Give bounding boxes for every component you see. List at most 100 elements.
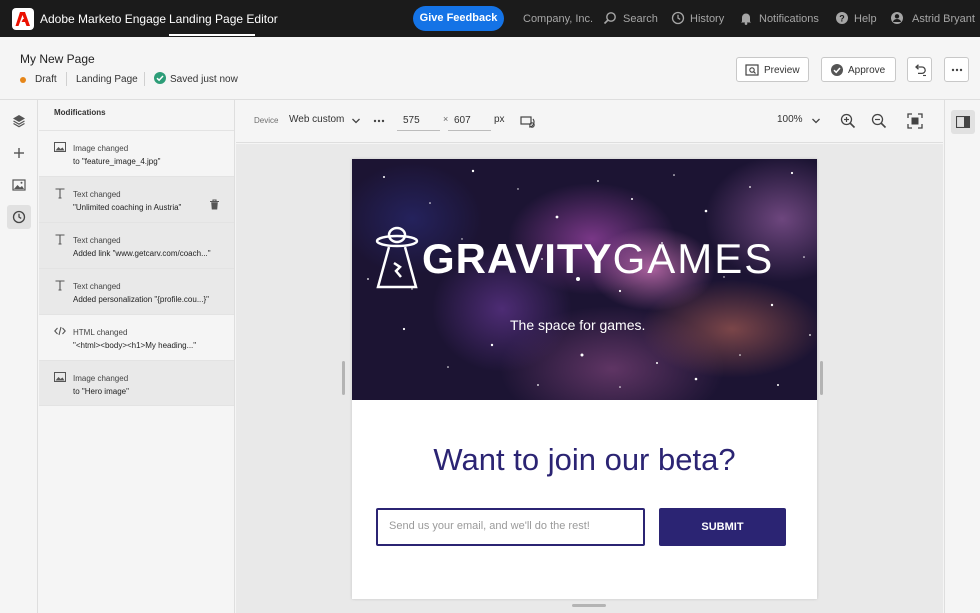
signup-heading[interactable]: Want to join our beta? — [352, 442, 817, 478]
history-label: History — [690, 13, 725, 25]
panel-title: Modifications — [54, 108, 106, 117]
help-icon: ? — [836, 12, 848, 24]
app-top-bar: Adobe Marketo Engage Landing Page Editor… — [0, 0, 980, 37]
modification-description: "<html><body><h1>My heading..." — [73, 341, 197, 350]
status-label: Draft — [35, 74, 57, 85]
device-picker[interactable]: Web custom — [289, 114, 344, 125]
image-icon — [54, 142, 66, 152]
notifications-label: Notifications — [759, 13, 819, 25]
history-icon — [12, 210, 26, 224]
zoom-value: 100% — [777, 114, 803, 125]
history-panel-button[interactable] — [7, 205, 31, 229]
modification-title: Text changed — [73, 282, 121, 291]
email-input[interactable] — [389, 520, 639, 532]
modification-item[interactable]: Image changed to "Hero image" — [39, 360, 234, 406]
width-input[interactable]: 575 — [397, 112, 440, 131]
ufo-logo-icon — [375, 226, 419, 289]
landing-page-preview: GRAVITYGAMES The space for games. Want t… — [352, 159, 817, 599]
more-actions-button[interactable] — [944, 57, 969, 82]
resize-handle-bottom[interactable] — [572, 604, 606, 607]
email-field[interactable] — [376, 508, 645, 546]
modification-description: Added link "www.getcarv.com/coach..." — [73, 249, 211, 258]
modification-item[interactable]: Text changed Added personalization "{pro… — [39, 268, 234, 314]
modification-description: Added personalization "{profile.cou...}" — [73, 295, 209, 304]
undo-icon — [915, 64, 926, 77]
modification-item[interactable]: Text changed "Unlimited coaching in Aust… — [39, 176, 234, 222]
image-icon — [54, 372, 66, 382]
brand-light: GAMES — [612, 235, 775, 282]
preview-label: Preview — [764, 65, 800, 76]
submit-button[interactable]: SUBMIT — [659, 508, 786, 546]
approve-check-icon — [831, 64, 843, 76]
user-name: Astrid Bryant — [912, 13, 975, 25]
zoom-in-icon[interactable] — [840, 113, 856, 129]
trash-icon[interactable] — [209, 199, 220, 210]
height-input[interactable]: 607 — [448, 112, 491, 131]
give-feedback-button[interactable]: Give Feedback — [413, 6, 504, 31]
divider — [144, 72, 145, 86]
help-label: Help — [854, 13, 877, 25]
brand-bold: GRAVITY — [422, 235, 613, 282]
hero-image[interactable]: GRAVITYGAMES The space for games. — [352, 159, 817, 400]
add-element-button[interactable] — [7, 141, 31, 165]
modification-description: to "feature_image_4.jpg" — [73, 157, 161, 166]
history-icon — [671, 11, 685, 25]
brand-wordmark: GRAVITYGAMES — [422, 235, 774, 283]
add-icon — [14, 148, 24, 158]
modification-title: Text changed — [73, 190, 121, 199]
modification-item[interactable]: Text changed Added link "www.getcarv.com… — [39, 222, 234, 268]
svg-text:?: ? — [839, 14, 845, 24]
active-tab-indicator — [169, 34, 255, 36]
unit-label: px — [494, 114, 505, 125]
panel-toggle-icon — [956, 116, 970, 128]
modification-title: HTML changed — [73, 328, 128, 337]
fit-to-screen-icon[interactable] — [907, 113, 923, 129]
resize-handle-right[interactable] — [820, 361, 823, 395]
user-avatar-icon — [891, 12, 903, 24]
saved-status: Saved just now — [170, 74, 238, 85]
page-header: My New Page Draft Landing Page Saved jus… — [0, 37, 980, 100]
bell-icon — [741, 13, 751, 25]
device-label: Device — [254, 116, 279, 125]
app-name[interactable]: Adobe Marketo Engage — [40, 12, 166, 26]
modification-title: Image changed — [73, 144, 129, 153]
text-icon — [55, 234, 65, 245]
image-icon — [12, 179, 26, 191]
modification-description: "Unlimited coaching in Austria" — [73, 203, 182, 212]
chevron-down-icon[interactable] — [811, 116, 821, 126]
page-type-label: Landing Page — [76, 74, 138, 85]
undo-button[interactable] — [907, 57, 932, 82]
right-tool-rail — [944, 100, 980, 613]
height-value: 607 — [454, 115, 471, 126]
hero-tagline: The space for games. — [510, 317, 646, 333]
page-title: My New Page — [20, 52, 95, 66]
code-icon — [54, 326, 66, 336]
properties-panel-button[interactable] — [951, 110, 975, 134]
modifications-panel: Modifications Image changed to "feature_… — [39, 100, 235, 613]
modification-description: to "Hero image" — [73, 387, 129, 396]
resize-handle-left[interactable] — [342, 361, 345, 395]
search-icon — [603, 12, 616, 25]
canvas-toolbar: Device Web custom 575 × 607 px 100% — [236, 100, 943, 143]
text-icon — [55, 280, 65, 291]
modification-item[interactable]: Image changed to "feature_image_4.jpg" — [39, 130, 234, 176]
adobe-logo-icon[interactable] — [12, 8, 34, 30]
layers-button[interactable] — [7, 109, 31, 133]
tab-landing-page-editor[interactable]: Landing Page Editor — [169, 12, 278, 26]
checkmark-circle-icon — [154, 72, 166, 84]
draft-status-dot — [20, 77, 26, 83]
zoom-out-icon[interactable] — [871, 113, 887, 129]
preview-button[interactable]: Preview — [736, 57, 809, 82]
chevron-down-icon[interactable] — [351, 116, 361, 126]
zoom-level[interactable]: 100% — [777, 114, 803, 125]
modification-title: Image changed — [73, 374, 129, 383]
approve-button[interactable]: Approve — [821, 57, 896, 82]
more-icon — [951, 68, 963, 72]
more-icon[interactable] — [372, 115, 386, 127]
assets-button[interactable] — [7, 173, 31, 197]
width-value: 575 — [403, 115, 420, 126]
layers-icon — [13, 115, 25, 128]
rotate-device-icon[interactable] — [520, 113, 536, 129]
modification-item[interactable]: HTML changed "<html><body><h1>My heading… — [39, 314, 234, 360]
approve-label: Approve — [848, 65, 886, 76]
